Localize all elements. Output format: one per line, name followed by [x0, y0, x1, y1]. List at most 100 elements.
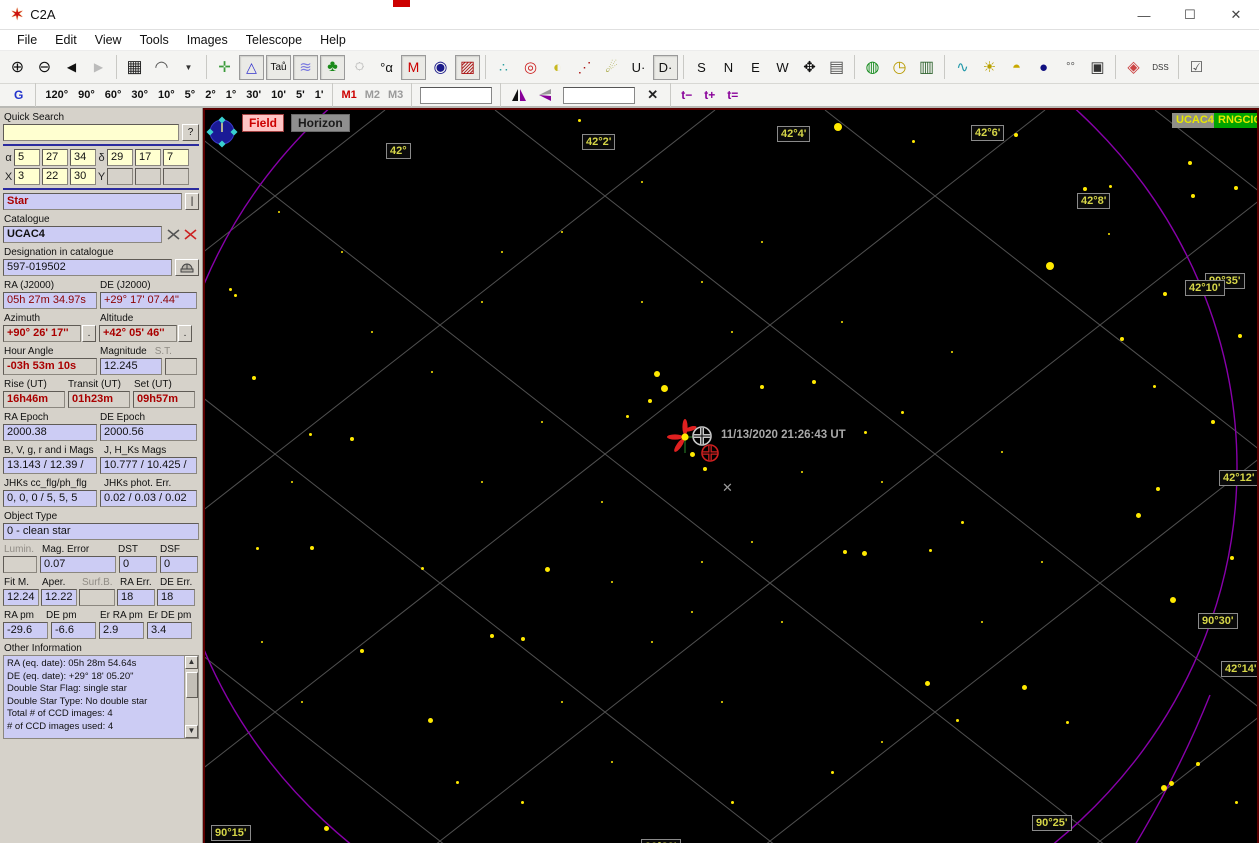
star[interactable] — [611, 761, 613, 763]
fov-button-120d[interactable]: 120° — [40, 87, 73, 103]
star[interactable] — [611, 581, 613, 583]
flip-vertical-icon[interactable] — [533, 83, 558, 108]
star[interactable] — [360, 649, 364, 653]
satellite-track-icon[interactable]: °° — [1058, 55, 1083, 80]
fov-button-1d[interactable]: 1° — [221, 87, 242, 103]
star[interactable] — [956, 719, 959, 722]
star[interactable] — [350, 437, 354, 441]
star[interactable] — [428, 718, 433, 723]
star[interactable] — [481, 301, 483, 303]
star-cluster-icon[interactable]: ∴ — [491, 55, 516, 80]
flip-horizontal-icon[interactable] — [506, 83, 531, 108]
star[interactable] — [371, 331, 373, 333]
altitude-more-button[interactable]: . — [178, 325, 192, 342]
star[interactable] — [761, 241, 763, 243]
star[interactable] — [1041, 561, 1043, 563]
star[interactable] — [760, 385, 764, 389]
zoom-out-icon[interactable]: ⊖ — [32, 55, 57, 80]
fov-ellipse-icon[interactable]: ◌ — [347, 55, 372, 80]
dither-box-icon[interactable]: ▨ — [455, 55, 480, 80]
east-button[interactable]: E — [743, 55, 768, 80]
help-button[interactable]: ? — [182, 124, 199, 141]
star[interactable] — [862, 551, 867, 556]
star[interactable] — [651, 641, 653, 643]
star[interactable] — [1234, 186, 1238, 190]
star[interactable] — [881, 481, 883, 483]
star[interactable] — [961, 521, 964, 524]
fov-button-5d[interactable]: 5° — [180, 87, 201, 103]
north-button[interactable]: N — [716, 55, 741, 80]
star[interactable] — [301, 701, 303, 703]
star[interactable] — [521, 801, 524, 804]
pan-icon[interactable]: ✥ — [797, 55, 822, 80]
star[interactable] — [561, 231, 563, 233]
star[interactable] — [256, 547, 259, 550]
ccd-frame-icon[interactable]: ◈ — [1121, 55, 1146, 80]
uranus-icon[interactable]: U· — [626, 55, 651, 80]
greek-alpha-icon[interactable]: °α — [374, 55, 399, 80]
star[interactable] — [751, 541, 753, 543]
south-button[interactable]: S — [689, 55, 714, 80]
azimuth-more-button[interactable]: . — [82, 325, 96, 342]
tab-field[interactable]: Field — [242, 114, 284, 132]
star[interactable] — [1022, 685, 1027, 690]
star[interactable] — [310, 546, 314, 550]
star[interactable] — [731, 801, 734, 804]
mark-button-m1[interactable]: M1 — [337, 87, 360, 103]
zoom-in-icon[interactable]: ⊕ — [5, 55, 30, 80]
dss-icon[interactable]: DSS — [1148, 55, 1173, 80]
comet-icon[interactable]: ☄ — [599, 55, 624, 80]
menu-view[interactable]: View — [86, 31, 131, 49]
star[interactable] — [1211, 420, 1215, 424]
object-search-input[interactable] — [420, 87, 492, 104]
catalogue-field[interactable]: UCAC4 — [3, 226, 162, 243]
fov-button-30d[interactable]: 30° — [126, 87, 153, 103]
star-globe-icon[interactable]: ◉ — [428, 55, 453, 80]
star[interactable] — [864, 431, 867, 434]
moon-phase-icon[interactable]: ◐ — [545, 55, 570, 80]
wave-icon[interactable]: ∿ — [950, 55, 975, 80]
fov-button-1m[interactable]: 1' — [310, 87, 329, 103]
ra-h-input[interactable]: 5 — [14, 149, 40, 166]
star[interactable] — [1230, 556, 1234, 560]
time-button-tminus[interactable]: t− — [675, 86, 698, 104]
scroll-up-icon[interactable]: ▲ — [185, 656, 198, 669]
fov-button-60d[interactable]: 60° — [100, 87, 127, 103]
star[interactable] — [456, 781, 459, 784]
star[interactable] — [1066, 721, 1069, 724]
star[interactable] — [912, 140, 915, 143]
sky-chart-canvas[interactable]: 42°42°2'42°4'42°6'42°8'90°35'42°10'42°12… — [203, 108, 1259, 843]
clock-icon[interactable]: ◷ — [887, 55, 912, 80]
de-m-input[interactable]: 17 — [135, 149, 161, 166]
cross-arrows-icon[interactable] — [165, 226, 182, 243]
star[interactable] — [252, 376, 256, 380]
star[interactable] — [431, 371, 433, 373]
mark-button-m3[interactable]: M3 — [384, 87, 407, 103]
star[interactable] — [278, 211, 280, 213]
star[interactable] — [981, 621, 983, 623]
star[interactable] — [229, 288, 232, 291]
star[interactable] — [501, 251, 503, 253]
panel-config-icon[interactable]: ▥ — [914, 55, 939, 80]
forward-icon[interactable]: ▶ — [86, 55, 111, 80]
time-step-input[interactable] — [563, 87, 635, 104]
star[interactable] — [661, 385, 668, 392]
goto-telescope-button[interactable] — [175, 259, 199, 276]
time-button-tequal[interactable]: t= — [721, 86, 744, 104]
catalogue-badge-ucac4[interactable]: UCAC4 — [1172, 113, 1218, 128]
horizon-fill-icon[interactable]: ▤ — [824, 55, 849, 80]
star[interactable] — [1108, 233, 1110, 235]
star[interactable] — [261, 641, 263, 643]
clear-button[interactable]: ✕ — [639, 87, 666, 103]
catalogue-badge-rngcic[interactable]: RNGCIC — [1214, 113, 1259, 128]
dome-icon[interactable]: ◠ — [149, 55, 174, 80]
star[interactable] — [901, 411, 904, 414]
west-button[interactable]: W — [770, 55, 795, 80]
asteroids-icon[interactable]: ⋰ — [572, 55, 597, 80]
star[interactable] — [701, 281, 703, 283]
star[interactable] — [601, 501, 603, 503]
star[interactable] — [1120, 337, 1124, 341]
star[interactable] — [490, 634, 494, 638]
tab-horizon[interactable]: Horizon — [291, 114, 350, 132]
time-button-tplus[interactable]: t+ — [698, 86, 721, 104]
